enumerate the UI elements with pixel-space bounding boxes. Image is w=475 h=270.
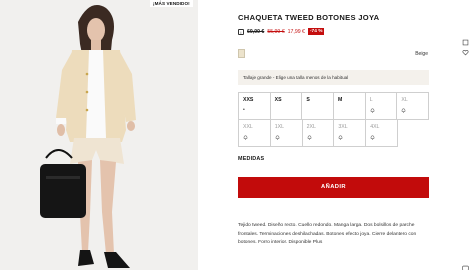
size-label: 4XL [370, 124, 380, 130]
size-label: 3XL [338, 124, 348, 130]
price-current: 17,99 € [287, 28, 305, 35]
bestseller-badge: ¡MÁS VENDIDO! [150, 0, 193, 7]
share-icon[interactable] [462, 33, 469, 46]
price-info-icon[interactable]: i [238, 28, 244, 35]
bell-icon[interactable] [307, 135, 312, 140]
bell-icon[interactable] [401, 108, 406, 113]
color-name: Beige [415, 51, 428, 57]
product-title: CHAQUETA TWEED BOTONES JOYA [238, 13, 380, 22]
size-option-m[interactable]: M [334, 93, 366, 120]
size-option-1xl[interactable]: 1XL [270, 120, 303, 147]
model-photo [40, 5, 136, 268]
size-option-xxs[interactable]: XXS • [239, 93, 271, 120]
size-label: L [369, 97, 373, 103]
bell-icon[interactable] [275, 135, 280, 140]
size-label: XL [401, 97, 408, 103]
size-option-3xl[interactable]: 3XL [334, 120, 367, 147]
chat-icon[interactable] [462, 259, 469, 270]
side-toolbar [462, 33, 469, 56]
measures-link[interactable]: MEDIDAS [238, 156, 264, 162]
size-label: S [306, 97, 310, 103]
size-option-l[interactable]: L [365, 93, 398, 120]
bell-icon[interactable] [370, 108, 375, 113]
size-label: XXS [243, 97, 254, 103]
size-option-2xl[interactable]: 2XL [302, 120, 335, 147]
product-image[interactable]: ¡MÁS VENDIDO! [0, 0, 198, 270]
size-label: M [338, 97, 343, 103]
size-grid: XXS • XS S M L XL XXL 1XL 2XL 3XL 4XL [238, 92, 430, 147]
fit-note: Tallaje grande - Elige una talla menos d… [238, 70, 429, 85]
bell-icon[interactable] [370, 135, 375, 140]
wishlist-icon[interactable] [462, 43, 469, 56]
price-block: i 69,99 € 55,99 € 17,99 € -74 % [238, 28, 325, 35]
color-swatch-beige[interactable] [238, 49, 245, 58]
product-description: Tejido tweed. Diseño recto. Cuello redon… [238, 223, 417, 245]
size-option-4xl[interactable]: 4XL [366, 120, 398, 147]
price-previous: 55,99 € [267, 28, 285, 35]
size-label: XS [274, 97, 282, 103]
size-label: 2XL [306, 124, 316, 130]
size-label: 1XL [274, 124, 285, 130]
product-info-panel: CHAQUETA TWEED BOTONES JOYA i 69,99 € 55… [198, 0, 475, 270]
size-option-xs[interactable]: XS [270, 93, 303, 120]
size-option-s[interactable]: S [302, 93, 335, 120]
size-option-xxl[interactable]: XXL [239, 120, 271, 147]
size-option-xl[interactable]: XL [397, 93, 430, 120]
size-label: XXL [243, 124, 253, 130]
bell-icon[interactable] [243, 135, 248, 140]
discount-badge: -74 % [307, 28, 325, 35]
price-original: 69,99 € [247, 28, 265, 35]
bell-icon[interactable] [338, 135, 343, 140]
add-to-cart-button[interactable]: AÑADIR [238, 177, 429, 198]
size-mark: • [243, 107, 245, 113]
